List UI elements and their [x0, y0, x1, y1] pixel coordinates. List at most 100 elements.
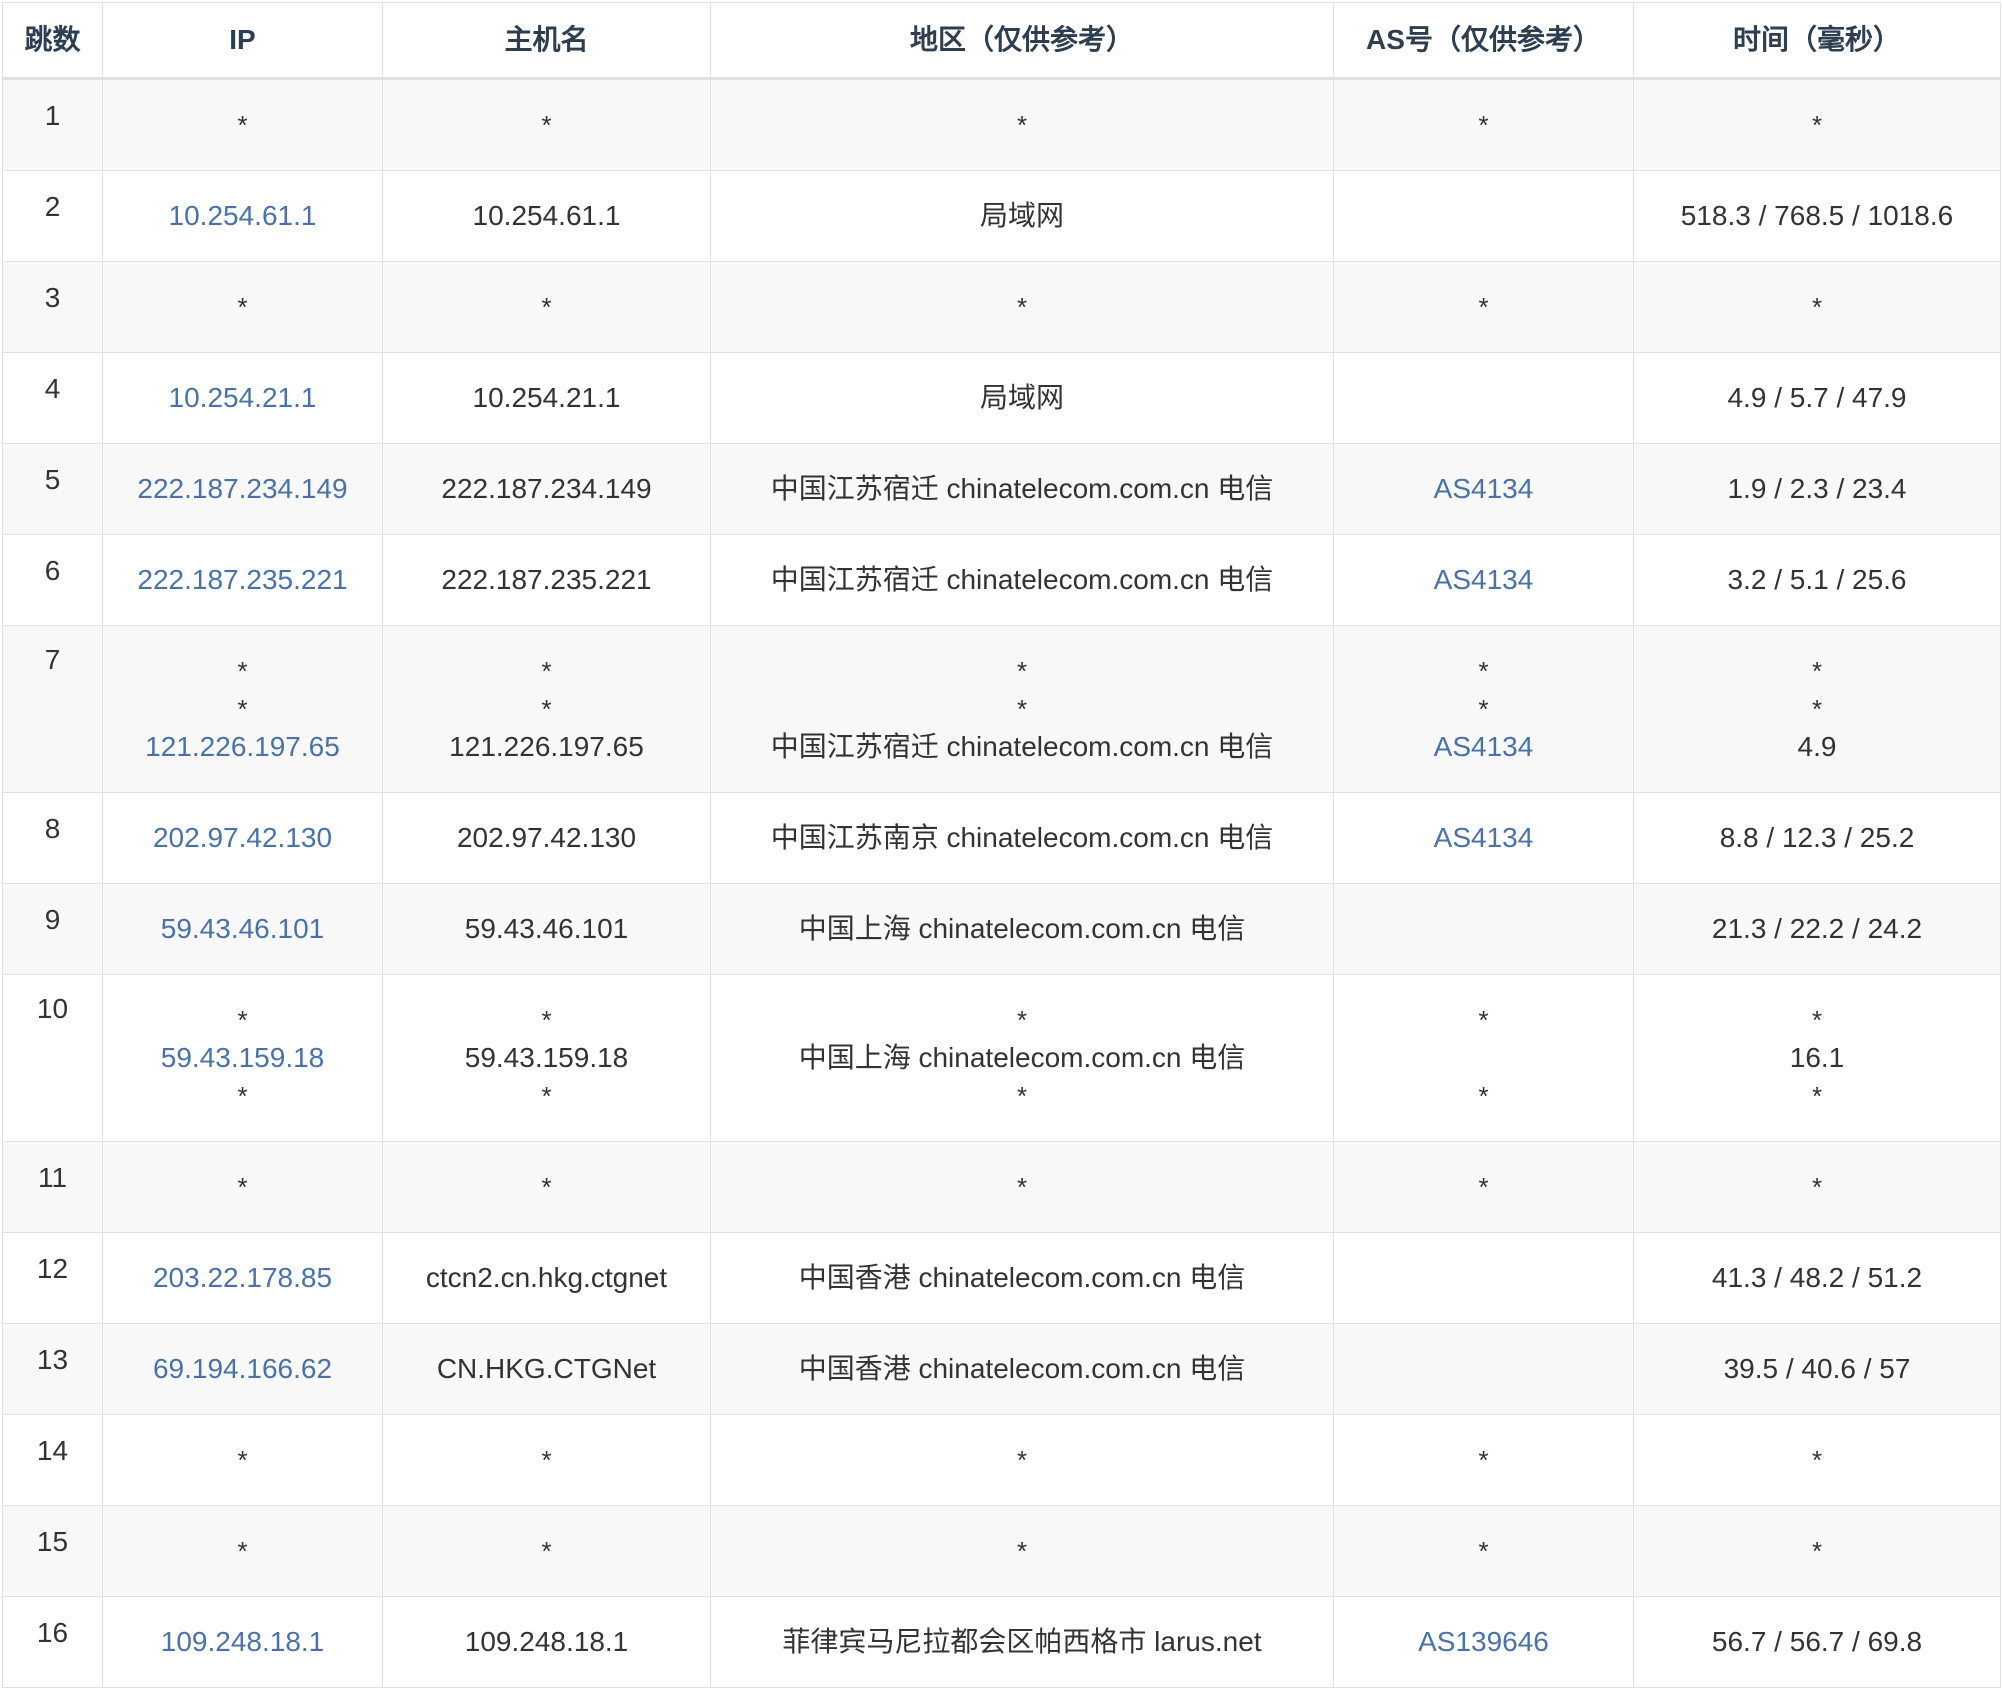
ip-value[interactable]: 69.194.166.62 — [153, 1353, 332, 1384]
hostname-value: 10.254.61.1 — [472, 200, 621, 231]
region-cell: 中国香港 chinatelecom.com.cn 电信 — [710, 1232, 1334, 1324]
asn-value: * — [1478, 656, 1489, 686]
time-cell: 21.3 / 22.2 / 24.2 — [1633, 883, 2001, 975]
table-row: 13 69.194.166.62 CN.HKG.CTGNet 中国香港 chinate… — [2, 1323, 2001, 1415]
table-row: 4 10.254.21.1 10.254.21.1 局域网 4.9 / 5.7 / 47… — [2, 352, 2001, 444]
asn-cell: * * AS4134 — [1333, 625, 1634, 793]
region-value: 中国江苏宿迁 chinatelecom.com.cn 电信 — [770, 731, 1274, 762]
ip-value[interactable]: 222.187.235.221 — [137, 564, 347, 595]
hostname-cell: ctcn2.cn.hkg.ctgnet — [382, 1232, 711, 1324]
ip-value[interactable]: 10.254.61.1 — [169, 200, 317, 231]
ip-value[interactable]: 121.226.197.65 — [109, 728, 376, 766]
hostname-value: * — [541, 292, 552, 322]
time-cell: * — [1633, 1141, 2001, 1233]
hostname-value: * — [541, 1005, 552, 1035]
table-row: 5 222.187.234.149 222.187.234.149 中国江苏宿迁 ch… — [2, 443, 2001, 535]
asn-cell — [1333, 352, 1634, 444]
region-cell: 中国香港 chinatelecom.com.cn 电信 — [710, 1323, 1334, 1415]
time-cell: * — [1633, 78, 2001, 171]
asn-cell: AS4134 — [1333, 792, 1634, 884]
region-cell: * — [710, 1505, 1334, 1597]
region-value: 中国上海 chinatelecom.com.cn 电信 — [798, 1042, 1246, 1073]
ip-cell: 10.254.21.1 — [102, 352, 383, 444]
table-header-row: 跳数 IP 主机名 地区（仅供参考） AS号（仅供参考） 时间（毫秒） — [2, 2, 2001, 80]
hostname-value: 59.43.46.101 — [464, 913, 629, 944]
ip-cell: 222.187.234.149 — [102, 443, 383, 535]
ip-value[interactable]: 222.187.234.149 — [137, 473, 347, 504]
ip-value[interactable]: 59.43.159.18 — [109, 1039, 376, 1077]
ip-value[interactable]: 10.254.21.1 — [169, 382, 317, 413]
asn-value[interactable]: AS4134 — [1434, 564, 1534, 595]
ip-cell: 10.254.61.1 — [102, 170, 383, 262]
hostname-cell: * — [382, 261, 711, 353]
column-header-hop: 跳数 — [2, 2, 103, 80]
table-row: 2 10.254.61.1 10.254.61.1 局域网 518.3 / 768.5 … — [2, 170, 2001, 262]
time-value: * — [1811, 1445, 1823, 1475]
hostname-cell: * 59.43.159.18 * — [382, 974, 711, 1142]
region-value: 中国上海 chinatelecom.com.cn 电信 — [798, 913, 1246, 944]
ip-cell: * — [102, 261, 383, 353]
region-cell: * — [710, 78, 1334, 171]
hostname-value: 121.226.197.65 — [449, 731, 644, 762]
asn-value[interactable]: AS139646 — [1418, 1626, 1549, 1657]
table-row: 1 * * * * * — [2, 78, 2001, 171]
time-value: 8.8 / 12.3 / 25.2 — [1719, 822, 1915, 853]
region-value: 局域网 — [979, 382, 1064, 413]
column-header-time: 时间（毫秒） — [1633, 2, 2001, 80]
region-value: * — [1016, 694, 1028, 724]
asn-value[interactable]: AS4134 — [1434, 473, 1534, 504]
hop-cell: 11 — [2, 1141, 103, 1233]
asn-cell: AS4134 — [1333, 534, 1634, 626]
region-value: 中国江苏宿迁 chinatelecom.com.cn 电信 — [770, 473, 1274, 504]
time-cell: 518.3 / 768.5 / 1018.6 — [1633, 170, 2001, 262]
hostname-value: * — [541, 1081, 552, 1111]
asn-value[interactable]: AS4134 — [1340, 728, 1627, 766]
hop-cell: 8 — [2, 792, 103, 884]
asn-cell: AS4134 — [1333, 443, 1634, 535]
region-cell: 局域网 — [710, 352, 1334, 444]
ip-cell: 222.187.235.221 — [102, 534, 383, 626]
asn-cell: * — [1333, 1141, 1634, 1233]
hostname-value: ctcn2.cn.hkg.ctgnet — [425, 1262, 668, 1293]
ip-value[interactable]: 202.97.42.130 — [153, 822, 332, 853]
region-value: 中国江苏南京 chinatelecom.com.cn 电信 — [770, 822, 1274, 853]
ip-value[interactable]: 59.43.46.101 — [161, 913, 325, 944]
region-value: * — [1016, 1081, 1028, 1111]
asn-cell — [1333, 1323, 1634, 1415]
asn-cell: * — [1333, 1414, 1634, 1506]
time-cell: 1.9 / 2.3 / 23.4 — [1633, 443, 2001, 535]
region-cell: 中国江苏南京 chinatelecom.com.cn 电信 — [710, 792, 1334, 884]
time-value: 41.3 / 48.2 / 51.2 — [1711, 1262, 1923, 1293]
hostname-cell: 109.248.18.1 — [382, 1596, 711, 1688]
hostname-cell: 10.254.61.1 — [382, 170, 711, 262]
ip-cell: * — [102, 1414, 383, 1506]
ip-cell: 202.97.42.130 — [102, 792, 383, 884]
hop-cell: 16 — [2, 1596, 103, 1688]
time-value: * — [1811, 292, 1823, 322]
table-row: 3 * * * * * — [2, 261, 2001, 353]
ip-value: * — [237, 656, 248, 686]
hop-cell: 2 — [2, 170, 103, 262]
asn-cell — [1333, 883, 1634, 975]
region-value: 菲律宾马尼拉都会区帕西格市 larus.net — [782, 1626, 1262, 1657]
asn-value: * — [1478, 1081, 1489, 1111]
column-header-asn: AS号（仅供参考） — [1333, 2, 1634, 80]
region-cell: * — [710, 261, 1334, 353]
time-cell: 3.2 / 5.1 / 25.6 — [1633, 534, 2001, 626]
region-value: * — [1016, 656, 1028, 686]
region-cell: * — [710, 1414, 1334, 1506]
time-value: 4.9 — [1797, 731, 1837, 762]
hostname-value: 202.97.42.130 — [456, 822, 637, 853]
time-value: * — [1811, 656, 1823, 686]
ip-value: * — [237, 1081, 248, 1111]
hostname-value: 222.187.234.149 — [441, 473, 652, 504]
ip-value[interactable]: 109.248.18.1 — [161, 1626, 325, 1657]
ip-value[interactable]: 203.22.178.85 — [153, 1262, 332, 1293]
region-value: 中国香港 chinatelecom.com.cn 电信 — [798, 1353, 1246, 1384]
hostname-value: CN.HKG.CTGNet — [436, 1353, 657, 1384]
asn-value[interactable]: AS4134 — [1434, 822, 1534, 853]
ip-value: * — [237, 1445, 248, 1475]
time-cell: * * 4.9 — [1633, 625, 2001, 793]
table-row: 15 * * * * * — [2, 1505, 2001, 1597]
hostname-cell: 222.187.235.221 — [382, 534, 711, 626]
